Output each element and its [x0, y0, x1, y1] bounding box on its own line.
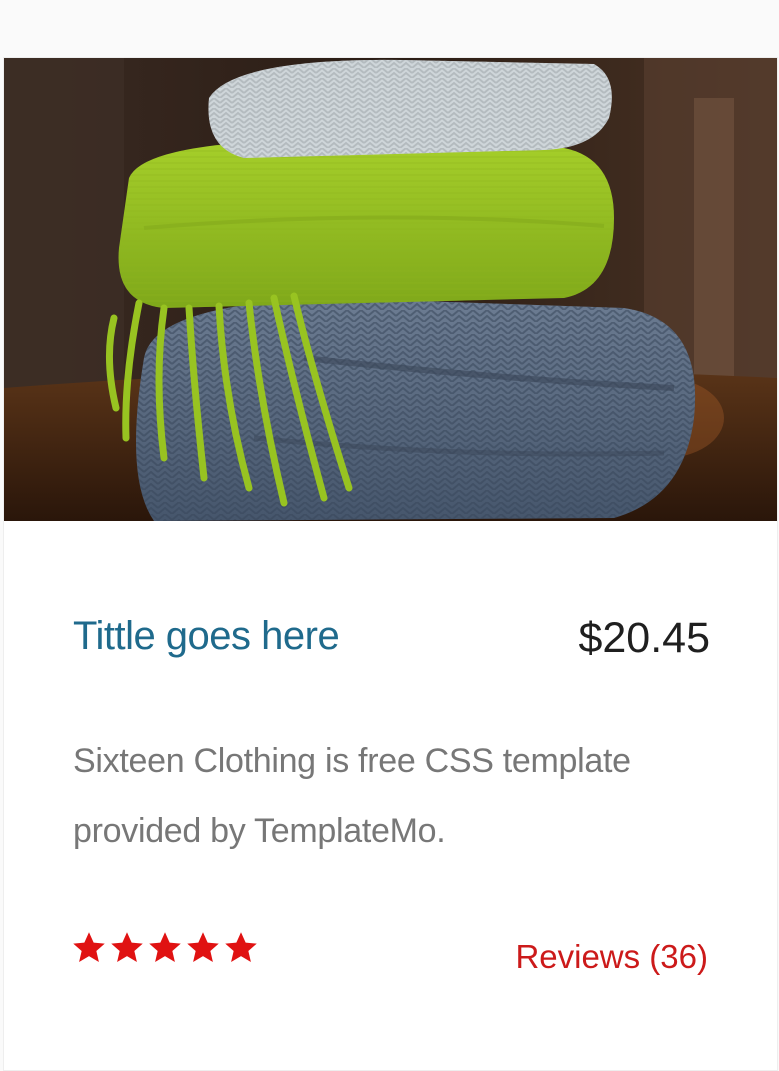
reviews-link[interactable]: Reviews (36) [515, 938, 708, 976]
rating-stars [71, 930, 259, 966]
product-image[interactable] [4, 58, 777, 521]
product-price: $20.45 [578, 614, 710, 662]
product-description: Sixteen Clothing is free CSS template pr… [73, 742, 631, 850]
star-icon [73, 932, 105, 962]
star-icon [111, 932, 143, 962]
star-icon [225, 932, 257, 962]
product-card[interactable]: Tittle goes here $20.45 Sixteen Clothing… [3, 57, 778, 1071]
page: Tittle goes here $20.45 Sixteen Clothing… [0, 0, 779, 1071]
product-image-illustration [4, 58, 777, 521]
product-title[interactable]: Tittle goes here [73, 614, 340, 659]
star-icon [149, 932, 181, 962]
star-icon [187, 932, 219, 962]
